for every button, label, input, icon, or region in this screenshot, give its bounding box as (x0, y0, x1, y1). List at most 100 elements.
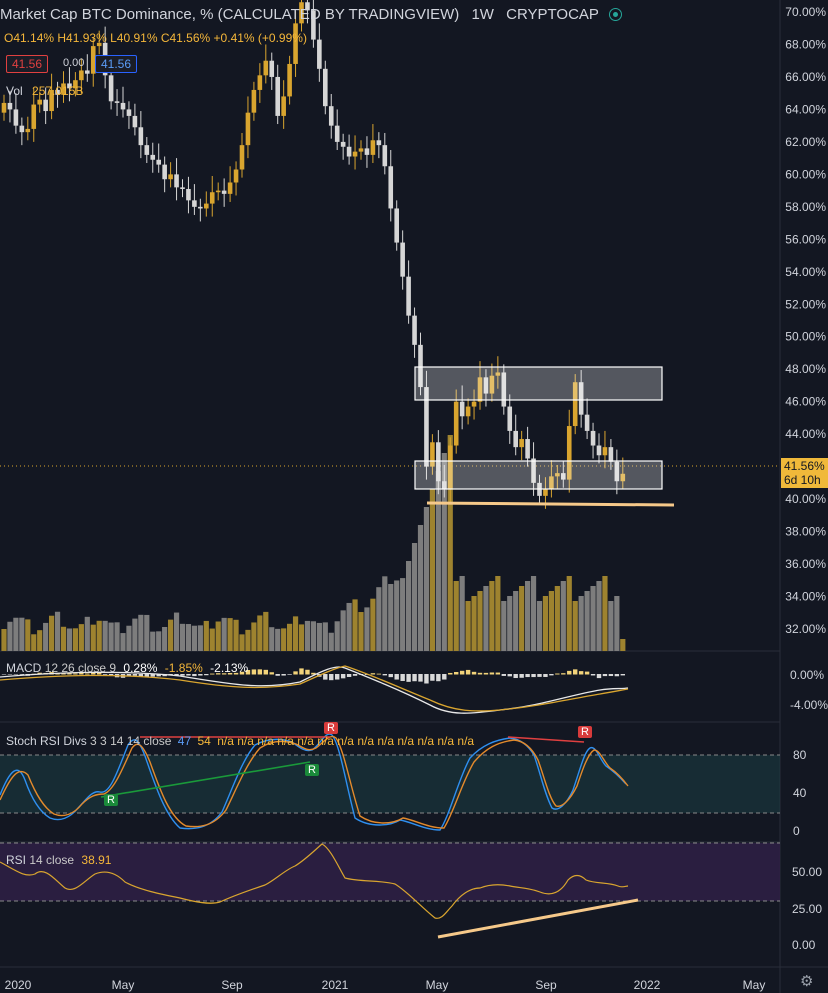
volume-bar (13, 617, 19, 651)
macd-hist-bar (436, 674, 441, 682)
macd-hist-bar (531, 674, 536, 678)
candle-body (156, 159, 161, 165)
macd-hist-bar (382, 674, 387, 676)
macd-hist-bar (418, 674, 423, 682)
volume-bar (126, 625, 132, 651)
candle-body (7, 102, 13, 110)
stoch-axis-80: 80 (793, 748, 807, 762)
volume-bar (560, 581, 566, 651)
macd-hist-bar (430, 674, 435, 681)
candle-body (358, 148, 364, 152)
rsi-axis-25: 25.00 (792, 902, 823, 916)
macd-hist-bar (590, 674, 596, 676)
ohlc-high: H41.93% (57, 31, 107, 45)
macd-hist-bar (501, 674, 506, 676)
chart-canvas: 70.00% 68.00% 66.00% 64.00% 62.00% 60.00% 58.0… (0, 0, 828, 993)
market-status-icon[interactable] (608, 7, 622, 21)
volume-bar (471, 596, 477, 651)
candle-body (453, 401, 459, 446)
volume-bar (245, 629, 251, 651)
macd-hist-bar (352, 674, 358, 676)
macd-hist-bar (323, 674, 328, 680)
price-tick-label: 66.00% (785, 70, 826, 84)
macd-hist-bar (596, 674, 602, 679)
resistance-box[interactable] (414, 366, 663, 401)
candle-body (507, 406, 513, 431)
time-axis-label: 2020 (5, 978, 32, 992)
macd-legend: MACD 12 26 close 9 0.28% -1.85% -2.13% (6, 661, 248, 675)
volume-bar (263, 611, 269, 651)
stoch-label: Stoch RSI Divs (6, 734, 87, 748)
candle-body (465, 406, 471, 417)
macd-hist-bar (525, 674, 530, 678)
macd-hist-bar (329, 674, 334, 681)
volume-value: 257.015B (32, 84, 84, 98)
candle-body (376, 140, 382, 146)
volume-bar (96, 620, 102, 651)
volume-bar (578, 596, 584, 651)
bearish-marker-1[interactable]: R (324, 722, 338, 734)
volume-bar (19, 617, 25, 651)
macd-hist-bar (459, 670, 465, 675)
macd-value-2: -1.85% (164, 661, 203, 675)
volume-bar (602, 576, 608, 651)
time-axis-label: May (112, 978, 135, 992)
rsi-trendline[interactable] (437, 898, 639, 939)
bullish-marker-2[interactable]: R (305, 764, 319, 776)
candle-body (346, 146, 352, 157)
candle-body (263, 60, 269, 76)
interval-label[interactable]: 1W (471, 6, 494, 23)
volume-bar (388, 583, 394, 651)
volume-bar (37, 630, 43, 651)
bearish-marker-2[interactable]: R (578, 726, 592, 738)
candle-body (602, 447, 608, 456)
settings-gear-icon[interactable]: ⚙ (800, 972, 813, 990)
candle-body (281, 96, 286, 116)
macd-hist-bar (584, 671, 590, 675)
volume-bar (584, 591, 590, 651)
volume-bar (215, 621, 221, 651)
support-trendline[interactable] (426, 501, 675, 507)
volume-bar (513, 591, 519, 651)
candle-body (251, 89, 257, 113)
volume-bar (162, 626, 168, 651)
candle-body (352, 151, 358, 157)
volume-bar (340, 610, 346, 651)
macd-axis-0: 0.00% (790, 668, 825, 682)
volume-bar (554, 586, 560, 651)
volume-bar (275, 628, 281, 651)
macd-params: 12 26 close 9 (44, 661, 117, 675)
time-axis-labels: 2020 May Sep 2021 May Sep 2022 May (5, 978, 766, 992)
time-axis-label: 2021 (322, 978, 349, 992)
price-tick-label: 62.00% (785, 135, 826, 149)
volume-bar (477, 591, 483, 651)
bullish-marker-1[interactable]: R (104, 794, 118, 806)
candle-body (406, 276, 411, 316)
macd-hist-bar (561, 673, 566, 675)
volume-bar (281, 628, 287, 651)
volume-bar (536, 601, 543, 651)
candle-body (394, 208, 399, 243)
volume-bar (346, 602, 352, 651)
volume-bar (429, 489, 435, 651)
volume-bar (525, 581, 531, 651)
support-box[interactable] (414, 460, 663, 490)
volume-bar (251, 622, 257, 651)
volume-bar (197, 625, 203, 651)
buy-price-button[interactable]: 41.56 (95, 55, 138, 73)
price-tick-label: 54.00% (785, 265, 826, 279)
sell-price-button[interactable]: 41.56 (6, 55, 49, 73)
ohlc-close: C41.56% (160, 31, 211, 45)
last-price-value: 41.56% (784, 459, 825, 473)
volume-bar (203, 620, 209, 651)
time-axis-label: Sep (535, 978, 557, 992)
macd-hist-bar (251, 669, 257, 675)
candle-body (543, 489, 548, 496)
ohlc-change: +0.41% (+0.99%) (213, 31, 307, 45)
candle-body (584, 414, 590, 431)
candle-body (239, 145, 245, 170)
volume-bar (590, 586, 596, 651)
macd-hist-bar (495, 672, 501, 675)
volume-bar (90, 624, 96, 651)
volume-bar (572, 601, 578, 651)
